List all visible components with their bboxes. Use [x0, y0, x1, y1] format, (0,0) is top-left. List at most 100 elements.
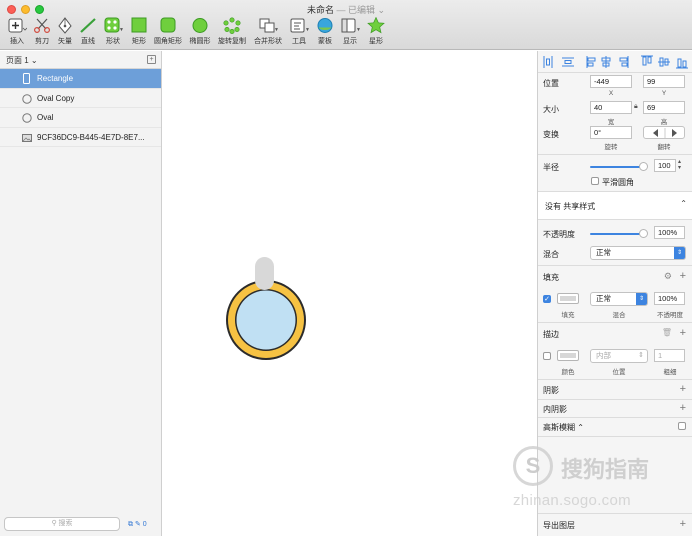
alignment-bar: [538, 51, 692, 73]
rotate-copy-tool[interactable]: 旋转复制: [215, 17, 249, 46]
add-border-icon[interactable]: +: [680, 328, 686, 339]
layer-name: Oval: [37, 113, 54, 122]
watermark-url: zhinan.sogo.com: [513, 492, 631, 509]
gear-icon[interactable]: ⚙: [664, 271, 672, 282]
radius-stepper[interactable]: ▴ ▾: [678, 159, 681, 171]
add-fill-icon[interactable]: +: [680, 271, 686, 282]
watermark-name: 搜狗指南: [561, 457, 650, 482]
view-icon: ▼: [340, 17, 361, 34]
fill-header: 填充: [543, 273, 559, 282]
border-thickness-field[interactable]: 1: [654, 349, 685, 362]
canvas[interactable]: [163, 51, 537, 536]
layer-name: 9CF36DC9-B445-4E7D-8E7...: [37, 132, 145, 142]
height-caption: 高: [660, 119, 668, 126]
width-field[interactable]: 40: [590, 101, 632, 114]
fill-blend-select[interactable]: 正常 ⇕: [590, 292, 648, 306]
chevron-updown-icon: ⇕: [674, 247, 685, 259]
layer-rectangle[interactable]: Rectangle: [0, 69, 161, 89]
blur-header[interactable]: 高斯模糊 ⌃: [543, 422, 584, 433]
blend-label: 混合: [543, 250, 559, 259]
border-position-value: 内部: [596, 351, 611, 360]
opacity-slider-knob[interactable]: [639, 229, 648, 238]
position-label: 位置: [543, 79, 559, 88]
search-placeholder: 搜索: [58, 520, 73, 527]
flip-caption: 翻转: [657, 144, 671, 151]
rotate-copy-label: 旋转复制: [218, 38, 246, 45]
fill-blend-caption: 混合: [612, 312, 626, 319]
blur-enabled-checkbox[interactable]: [678, 422, 686, 430]
trash-icon[interactable]: 🗑︎: [662, 328, 672, 337]
line-icon: [78, 17, 98, 34]
align-center-icon[interactable]: [601, 56, 611, 68]
oval-label: 椭圆形: [189, 38, 211, 45]
flip-control[interactable]: [643, 126, 685, 139]
opacity-label: 不透明度: [543, 230, 575, 239]
transform-label: 变换: [543, 130, 559, 139]
rectangle-shape[interactable]: [255, 257, 274, 290]
rounded-rectangle-tool[interactable]: 圆角矩形: [151, 17, 185, 46]
border-enabled-checkbox[interactable]: [543, 352, 551, 360]
radius-field[interactable]: 100: [654, 159, 676, 172]
border-position-select[interactable]: 内部 ⇕: [590, 349, 648, 363]
distribute-vertical-icon[interactable]: [562, 57, 574, 67]
oval-tool[interactable]: 椭圆形: [183, 17, 217, 46]
border-color-swatch[interactable]: [557, 350, 579, 361]
align-right-icon[interactable]: [619, 56, 629, 68]
rotation-field[interactable]: 0°: [590, 126, 632, 139]
lock-icon[interactable]: 🔒︎: [634, 103, 638, 111]
fill-opacity-field[interactable]: 100%: [654, 292, 685, 305]
fill-color-swatch[interactable]: [557, 293, 579, 304]
align-bottom-icon[interactable]: [676, 58, 688, 69]
shapes-icon: ▼: [103, 17, 124, 34]
radius-slider-knob[interactable]: [639, 162, 648, 171]
layer-search-input[interactable]: ⚲ 搜索: [4, 517, 120, 531]
shadow-header: 阴影: [543, 386, 559, 395]
align-middle-icon[interactable]: [658, 57, 670, 67]
star-tool[interactable]: 星形: [359, 16, 393, 46]
add-page-icon[interactable]: +: [147, 55, 156, 64]
add-export-icon[interactable]: +: [680, 519, 686, 530]
brush-icon[interactable]: ✎: [135, 521, 141, 528]
oval-layer-icon: [22, 93, 32, 104]
width-caption: 宽: [607, 119, 615, 126]
radius-slider[interactable]: [590, 166, 644, 168]
blend-value: 正常: [596, 248, 611, 257]
shared-style-picker[interactable]: 没有 共享样式 ⌃: [538, 192, 692, 219]
y-field[interactable]: 99: [643, 75, 685, 88]
fill-caption: 填充: [561, 312, 575, 319]
fill-blend-value: 正常: [596, 294, 611, 303]
footer-count: 0: [142, 521, 147, 528]
document-status: — 已编辑 ⌄: [336, 5, 386, 15]
align-left-icon[interactable]: [586, 56, 596, 68]
divider: [538, 436, 692, 437]
fill-enabled-checkbox[interactable]: ✓: [543, 295, 551, 303]
layer-oval[interactable]: Oval: [0, 108, 161, 128]
opacity-slider[interactable]: [590, 233, 644, 235]
divider: [538, 265, 692, 266]
smooth-corners-checkbox[interactable]: [591, 177, 599, 185]
copy-icon[interactable]: ⧉: [128, 521, 133, 528]
add-shadow-icon[interactable]: +: [680, 384, 686, 395]
fill-opacity-caption: 不透明度: [657, 312, 683, 319]
document-title: 未命名: [306, 5, 334, 15]
tools-icon: ▼: [289, 17, 310, 34]
border-position-caption: 位置: [612, 369, 626, 376]
rectangle-layer-icon: [22, 73, 31, 84]
x-field[interactable]: -449: [590, 75, 632, 88]
shared-style-label: 没有 共享样式: [545, 202, 596, 211]
opacity-field[interactable]: 100%: [654, 226, 685, 239]
blend-select[interactable]: 正常 ⇕: [590, 246, 686, 260]
layer-oval-copy[interactable]: Oval Copy: [0, 89, 161, 108]
rotate-copy-icon: [222, 17, 242, 35]
divider: [538, 379, 692, 380]
page-selector[interactable]: 页面 1 ⌄ +: [0, 51, 161, 69]
align-top-icon[interactable]: [641, 55, 653, 66]
combine-shapes-tool[interactable]: ▼ 合并形状: [251, 17, 285, 46]
height-field[interactable]: 69: [643, 101, 685, 114]
x-caption: X: [608, 90, 614, 97]
layer-image[interactable]: 9CF36DC9-B445-4E7D-8E7...: [0, 128, 161, 147]
blue-oval[interactable]: [236, 290, 296, 350]
add-inner-shadow-icon[interactable]: +: [680, 403, 686, 414]
smooth-corners-label: 平滑圆角: [602, 178, 634, 187]
distribute-horizontal-icon[interactable]: [543, 56, 553, 68]
